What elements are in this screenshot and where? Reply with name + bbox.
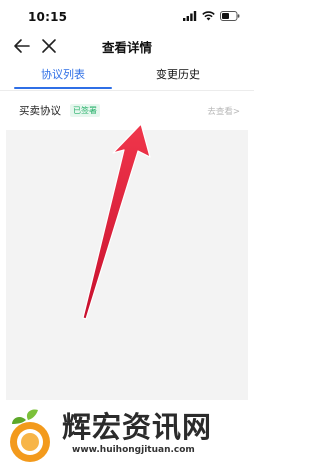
status-time: 10:15	[28, 10, 68, 24]
signal-icon	[183, 11, 197, 21]
orange-logo-icon	[10, 409, 50, 462]
watermark-title: 辉宏资讯网	[62, 410, 213, 444]
view-agreement-link[interactable]: 去查看>	[207, 105, 240, 117]
status-bar: 10:15	[0, 0, 254, 34]
agreement-row[interactable]: 买卖协议 已签署 去查看>	[0, 94, 254, 126]
watermark-url: www.huihongjituan.com	[72, 445, 195, 455]
tab-bar: 协议列表 变更历史	[0, 62, 254, 90]
status-badge: 已签署	[70, 104, 100, 117]
wifi-icon	[202, 11, 215, 21]
battery-icon	[220, 11, 240, 21]
status-icons	[183, 11, 240, 21]
divider	[0, 90, 254, 91]
tab-change-history[interactable]: 变更历史	[140, 66, 216, 82]
content-area	[6, 130, 248, 400]
tab-agreement-list[interactable]: 协议列表	[25, 66, 101, 82]
watermark: 辉宏资讯网 www.huihongjituan.com	[0, 400, 254, 465]
agreement-title: 买卖协议	[19, 105, 61, 117]
nav-bar: 查看详情	[0, 34, 254, 58]
page-title: 查看详情	[101, 40, 152, 55]
active-tab-indicator	[14, 87, 112, 89]
